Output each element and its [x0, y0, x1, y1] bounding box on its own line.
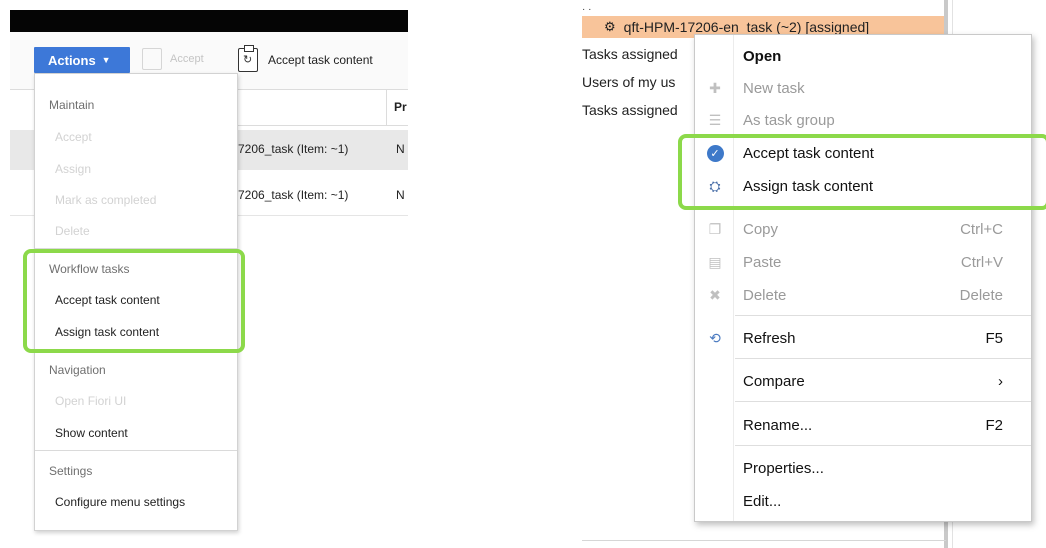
clipboard-refresh-icon: [238, 45, 258, 72]
context-divider: [735, 401, 1031, 402]
bottom-border: [582, 540, 946, 541]
context-item-shortcut: F2: [985, 416, 1003, 434]
row-status: N: [396, 142, 405, 156]
row-title: 7206_task (Item: ~1): [238, 142, 349, 156]
tree-row[interactable]: Users of my us: [582, 74, 675, 90]
tree-row[interactable]: Tasks assigned: [582, 46, 678, 62]
menu-item-configure-menu-settings[interactable]: Configure menu settings: [55, 495, 185, 509]
menu-section-navigation: Navigation: [49, 363, 106, 377]
delete-icon: ✖: [709, 286, 721, 303]
context-divider: [735, 315, 1031, 316]
context-item-delete[interactable]: ✖ Delete Delete: [695, 282, 1031, 308]
refresh-icon: ⟲: [709, 329, 721, 346]
menu-item-mark-as-completed[interactable]: Mark as completed: [55, 193, 156, 207]
column-separator: [386, 90, 387, 126]
menu-section-maintain: Maintain: [49, 98, 95, 112]
context-item-open[interactable]: Open: [695, 43, 1031, 69]
list-icon: ☰: [708, 111, 722, 128]
context-item-label: Rename...: [743, 416, 813, 434]
context-item-label: Paste: [743, 253, 782, 271]
web-ui-panel: Actions ▼ Accept Accept task content Pr …: [0, 0, 420, 548]
context-divider: [735, 358, 1031, 359]
context-item-label: Properties...: [743, 459, 824, 477]
chevron-right-icon: ›: [998, 372, 1003, 390]
context-item-label: As task group: [743, 111, 835, 129]
tree-row[interactable]: Tasks assigned: [582, 102, 678, 118]
plus-icon: ✚: [709, 79, 721, 96]
context-item-label: Edit...: [743, 492, 782, 510]
context-item-copy[interactable]: ❐ Copy Ctrl+C: [695, 216, 1031, 242]
context-item-label: Copy: [743, 220, 779, 238]
context-item-compare[interactable]: Compare ›: [695, 368, 1031, 394]
context-item-label: Compare: [743, 372, 805, 390]
task-gear-icon: ⚙: [604, 19, 616, 34]
row-title: 7206_task (Item: ~1): [238, 188, 349, 202]
tree-node-label: qft-HPM-17206-en_task (~2) [assigned]: [623, 19, 870, 35]
menu-item-show-content[interactable]: Show content: [55, 426, 128, 440]
accept-task-content-label: Accept task content: [268, 53, 373, 67]
highlight-box-task-content: [678, 134, 1046, 210]
context-menu: Open ✚ New task ☰ As task group ✓ Accept…: [694, 34, 1032, 522]
context-item-as-task-group[interactable]: ☰ As task group: [695, 107, 1031, 133]
context-item-paste[interactable]: ▤ Paste Ctrl+V: [695, 249, 1031, 275]
copy-icon: ❐: [708, 220, 722, 237]
context-item-new-task[interactable]: ✚ New task: [695, 75, 1031, 101]
context-item-refresh[interactable]: ⟲ Refresh F5: [695, 325, 1031, 351]
context-item-shortcut: Ctrl+C: [960, 220, 1003, 238]
menu-item-delete[interactable]: Delete: [55, 224, 90, 238]
top-bar: [10, 10, 408, 32]
context-item-edit[interactable]: Edit...: [695, 488, 1031, 514]
row-status: N: [396, 188, 405, 202]
context-item-shortcut: Delete: [959, 286, 1003, 304]
context-item-label: New task: [743, 79, 805, 97]
menu-item-accept[interactable]: Accept: [55, 130, 92, 144]
table-header: Pr: [238, 90, 408, 126]
menu-item-open-fiori-ui[interactable]: Open Fiori UI: [55, 394, 126, 408]
context-divider: [735, 445, 1031, 446]
menu-item-assign[interactable]: Assign: [55, 162, 91, 176]
context-item-shortcut: F5: [985, 329, 1003, 347]
highlight-box-workflow-tasks: [23, 249, 245, 353]
clipboard-icon: [142, 48, 162, 70]
column-header-pr[interactable]: Pr: [394, 100, 407, 114]
tree-connector: · ·: [582, 4, 592, 15]
desktop-ui-panel: · · ⚙ qft-HPM-17206-en_task (~2) [assign…: [570, 0, 1046, 548]
context-item-label: Refresh: [743, 329, 796, 347]
context-item-properties[interactable]: Properties...: [695, 455, 1031, 481]
paste-icon: ▤: [708, 253, 722, 270]
context-item-shortcut: Ctrl+V: [960, 253, 1003, 271]
menu-divider: [35, 450, 237, 451]
context-item-label: Open: [743, 47, 782, 65]
accept-button-label: Accept: [170, 53, 204, 65]
context-item-label: Delete: [743, 286, 787, 304]
context-item-rename[interactable]: Rename... F2: [695, 412, 1031, 438]
actions-button-label: Actions: [48, 52, 96, 68]
menu-section-settings: Settings: [49, 464, 93, 478]
accept-task-content-button[interactable]: Accept task content: [238, 45, 373, 72]
accept-button[interactable]: Accept: [142, 48, 204, 70]
caret-down-icon: ▼: [101, 55, 111, 65]
actions-button[interactable]: Actions ▼: [34, 47, 130, 73]
